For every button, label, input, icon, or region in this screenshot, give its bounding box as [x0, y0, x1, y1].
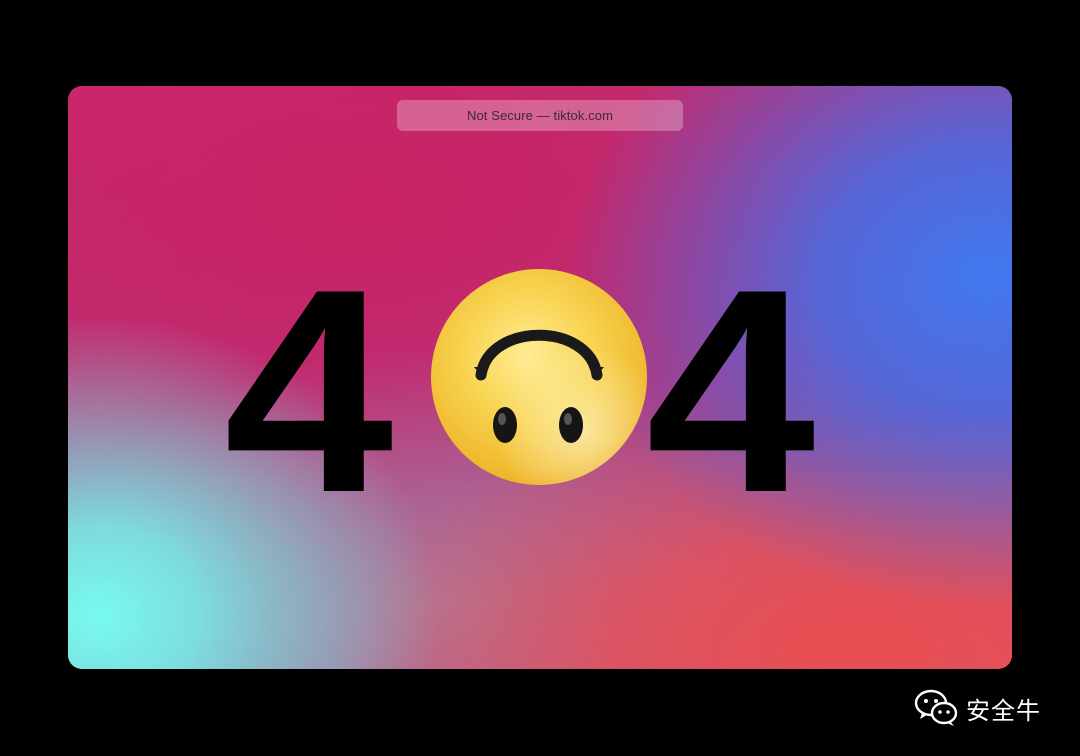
browser-window: Not Secure — tiktok.com 4 4	[68, 86, 1012, 669]
address-bar[interactable]: Not Secure — tiktok.com	[397, 100, 683, 131]
upside-down-face-emoji-icon	[431, 269, 647, 485]
wechat-icon	[914, 689, 958, 726]
watermark-text: 安全牛	[966, 696, 1041, 725]
watermark: 安全牛	[914, 688, 1041, 728]
screen: Not Secure — tiktok.com 4 4 安全牛	[0, 0, 1080, 756]
error-digit-right: 4	[645, 229, 816, 553]
error-digit-left: 4	[223, 229, 394, 553]
address-bar-text: Not Secure — tiktok.com	[466, 108, 614, 123]
